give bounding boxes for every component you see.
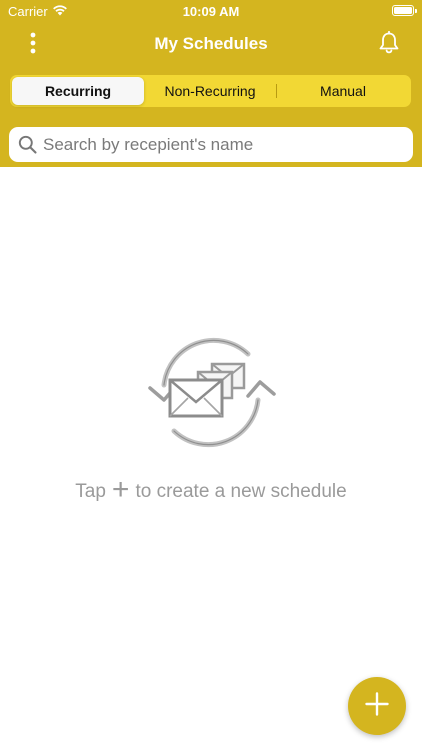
battery-icon (392, 5, 417, 16)
bell-icon (378, 30, 400, 60)
recurring-envelopes-icon (148, 337, 276, 448)
empty-state: Tap + to create a new schedule (0, 330, 422, 506)
empty-message-suffix: to create a new schedule (135, 481, 347, 502)
status-time: 10:09 AM (182, 4, 240, 19)
search-input[interactable] (43, 129, 403, 160)
status-bar: Carrier 10:09 AM (0, 0, 422, 24)
header: Carrier 10:09 AM My Schedules Recurring … (0, 0, 422, 167)
schedule-type-tabs: Recurring Non-Recurring Manual (10, 75, 411, 107)
tab-recurring[interactable]: Recurring (12, 77, 144, 105)
page-title: My Schedules (154, 34, 268, 53)
plus-icon (365, 691, 389, 721)
plus-icon-inline: + (111, 473, 130, 506)
search-icon (17, 135, 37, 155)
empty-message: Tap + to create a new schedule (0, 473, 422, 506)
tab-label: Recurring (44, 83, 112, 99)
notifications-button[interactable] (372, 28, 406, 62)
add-schedule-button[interactable] (348, 677, 406, 735)
tab-label: Non-Recurring (164, 83, 256, 99)
nav-bar: My Schedules (0, 24, 422, 66)
search-bar[interactable] (9, 127, 413, 162)
tab-label: Manual (320, 83, 366, 99)
tab-non-recurring[interactable]: Non-Recurring (144, 77, 276, 105)
empty-message-prefix: Tap (75, 481, 106, 502)
battery-level (394, 7, 412, 14)
tab-manual[interactable]: Manual (277, 77, 409, 105)
